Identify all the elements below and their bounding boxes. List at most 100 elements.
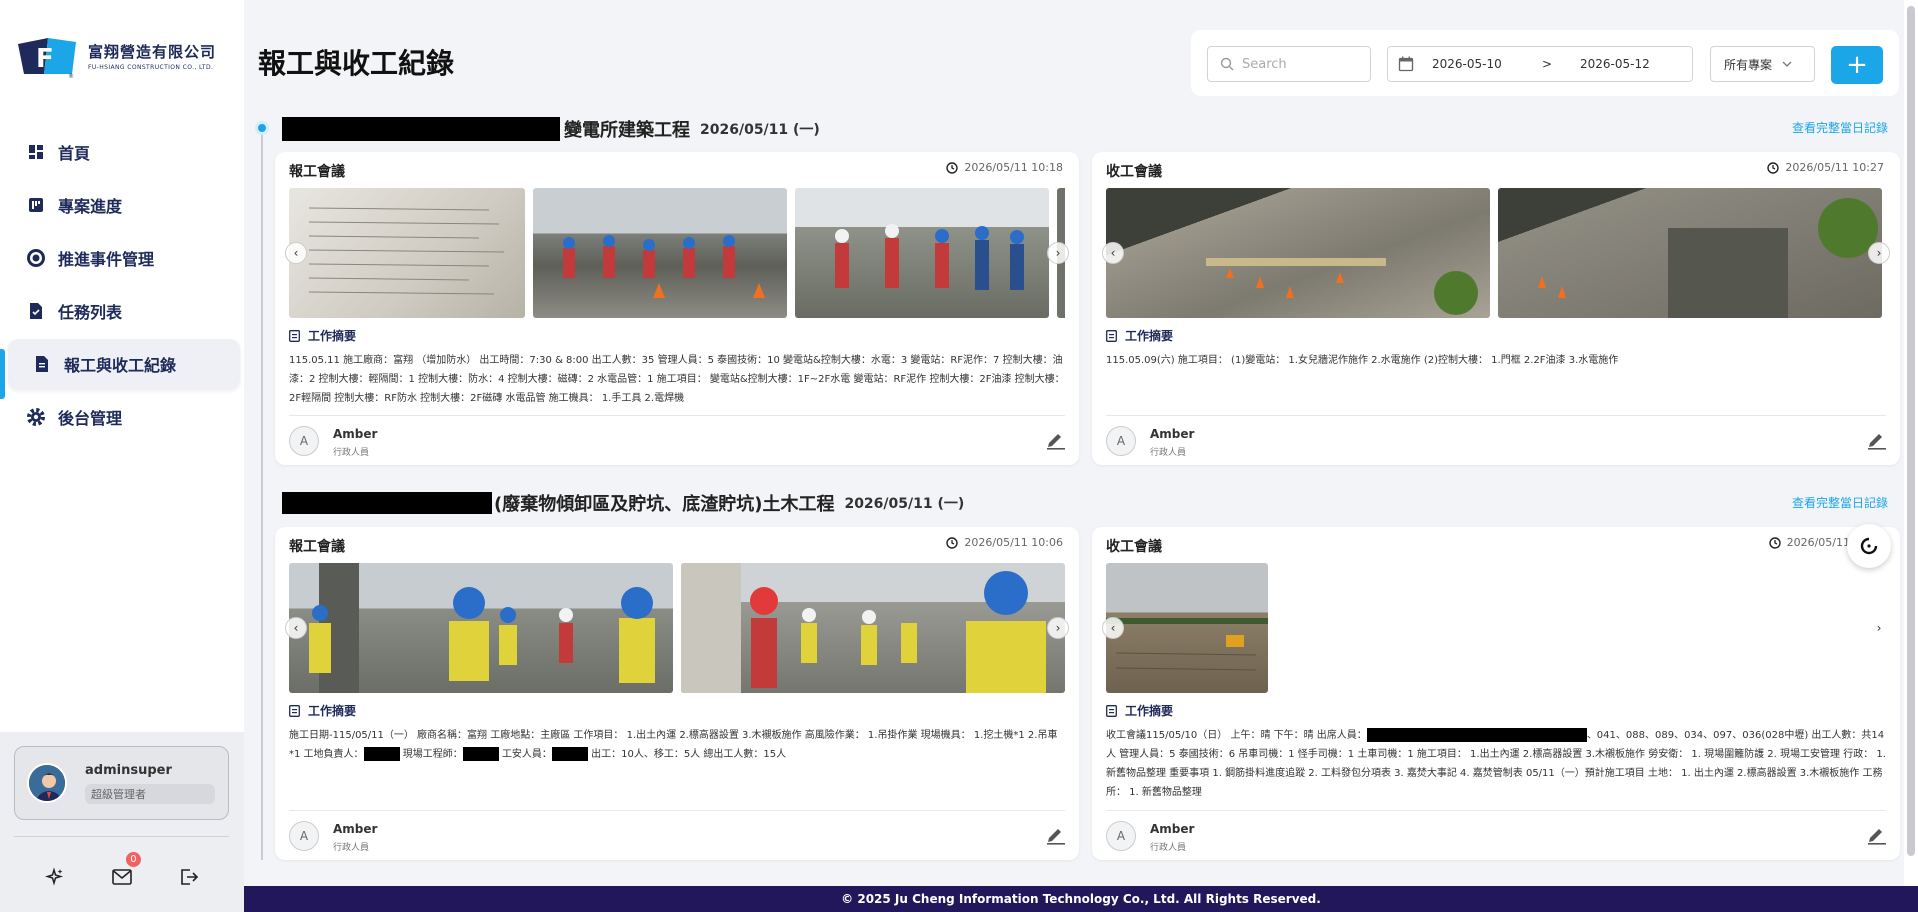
edit-button[interactable]	[1045, 432, 1065, 454]
sidebar-item-label: 後台管理	[58, 409, 123, 428]
clock-icon	[946, 536, 959, 549]
divider	[14, 836, 229, 837]
gallery-next-button[interactable]: ›	[1868, 617, 1890, 639]
document-icon	[32, 354, 52, 374]
ai-sparkle-button[interactable]	[40, 862, 70, 892]
sidebar-item-project-progress[interactable]: 專案進度	[8, 180, 240, 230]
page-footer: © 2025 Ju Cheng Information Technology C…	[244, 886, 1918, 912]
summary-text: 收工會議115/05/10（日） 上午：晴 下午：晴 出席人員：	[1106, 730, 1367, 741]
gallery-next-button[interactable]: ›	[1047, 242, 1069, 264]
photo-site-meeting[interactable]	[795, 188, 1049, 318]
card-time-text: 2026/05/11 10:18	[964, 161, 1063, 174]
company-name-zh: 富翔營造有限公司	[88, 43, 217, 61]
timeline-line	[261, 128, 263, 860]
gallery-next-button[interactable]: ›	[1047, 617, 1069, 639]
gallery-next-button[interactable]: ›	[1868, 242, 1890, 264]
clock-icon	[946, 161, 959, 174]
user-card[interactable]: adminsuper 超級管理者	[14, 746, 229, 820]
photo-safety-briefing[interactable]	[289, 563, 673, 693]
start-meeting-card: 報工會議 2026/05/11 10:06 ‹ › 工作摘要 施工日期-115/…	[275, 527, 1079, 860]
author-name: Amber	[333, 427, 378, 441]
summary-text: 出工：10人、移工：5人 總出工人數：15人	[587, 749, 787, 760]
date-range-picker[interactable]: 2026-05-10 > 2026-05-12	[1387, 46, 1693, 82]
card-time-text: 2026/05/11 10:06	[964, 536, 1063, 549]
timeline-dot	[258, 124, 266, 132]
project-header: 變電所建築工程 2026/05/11 (一)	[282, 116, 820, 142]
avatar	[27, 763, 67, 803]
company-logo[interactable]: F ® 富翔營造有限公司 FU-HSIANG CONSTRUCTION CO.,…	[14, 34, 217, 80]
card-footer: A Amber 行政人員	[289, 415, 1065, 467]
summary-heading: 工作摘要	[1106, 702, 1173, 719]
sparkle-icon	[45, 867, 64, 886]
photo-excavation[interactable]	[1106, 563, 1268, 693]
photo-gallery	[289, 188, 1065, 318]
bottom-actions: 0	[0, 852, 244, 892]
photo-site-aerial[interactable]	[1106, 188, 1490, 318]
scrollbar-thumb[interactable]	[1907, 6, 1915, 856]
kanban-icon	[26, 195, 46, 215]
clock-icon	[1768, 536, 1781, 549]
card-title: 報工會議	[289, 164, 345, 180]
company-name-en: FU-HSIANG CONSTRUCTION CO., LTD.	[88, 64, 214, 71]
work-summary: 收工會議115/05/10（日） 上午：晴 下午：晴 出席人員： 、041、088…	[1106, 726, 1886, 802]
search-input[interactable]: Search	[1207, 46, 1371, 82]
add-record-button[interactable]: +	[1831, 46, 1883, 84]
summary-heading-text: 工作摘要	[308, 704, 357, 718]
logout-icon	[180, 869, 198, 885]
card-footer: A Amber 行政人員	[289, 810, 1065, 862]
date-from[interactable]: 2026-05-10	[1432, 57, 1514, 71]
view-full-day-link[interactable]: 查看完整當日記錄	[1792, 119, 1888, 136]
sidebar-item-task-list[interactable]: 任務列表	[8, 286, 240, 336]
redacted-block	[282, 492, 492, 514]
sidebar-item-event-management[interactable]: 推進事件管理	[8, 233, 240, 283]
author-role: 行政人員	[1150, 843, 1187, 853]
project-filter-select[interactable]: 所有專案	[1710, 46, 1815, 82]
sidebar-item-label: 任務列表	[58, 303, 123, 322]
summary-heading: 工作摘要	[289, 327, 356, 344]
summary-text: 工安人員：	[498, 749, 552, 760]
search-icon	[1220, 57, 1234, 71]
end-meeting-card: 收工會議 2026/05/11 10:27 ‹ › 工作摘要 115.05.09…	[1092, 152, 1900, 465]
photo-document[interactable]	[289, 188, 525, 318]
user-role-badge: 超級管理者	[85, 783, 215, 804]
logout-button[interactable]	[174, 862, 204, 892]
sidebar-item-label: 推進事件管理	[58, 250, 155, 269]
gallery-prev-button[interactable]: ‹	[1102, 242, 1124, 264]
sidebar-item-work-records[interactable]: 報工與收工紀錄	[8, 339, 240, 389]
task-file-icon	[26, 301, 46, 321]
redacted-block	[363, 747, 400, 761]
document-icon	[1106, 329, 1117, 342]
edit-button[interactable]	[1866, 827, 1886, 849]
page-scrollbar[interactable]	[1904, 0, 1918, 886]
photo-workers[interactable]	[533, 188, 787, 318]
pencil-icon	[1047, 829, 1065, 845]
mail-icon	[112, 869, 132, 885]
gallery-prev-button[interactable]: ‹	[1102, 617, 1124, 639]
mail-button[interactable]: 0	[107, 852, 141, 892]
target-icon	[26, 248, 46, 268]
sidebar-item-admin[interactable]: 後台管理	[8, 392, 240, 442]
author-role: 行政人員	[333, 448, 370, 458]
card-title: 收工會議	[1106, 539, 1162, 555]
sidebar-nav: 首頁 專案進度 推進事件管理 任務列表 報工與收工紀錄 後台管理	[0, 124, 244, 445]
author-avatar: A	[1106, 821, 1136, 851]
work-summary: 施工日期-115/05/11（一） 廠商名稱：富翔 工廠地點：主廠區 工作項目：…	[289, 726, 1065, 764]
photo-crew[interactable]	[681, 563, 1065, 693]
view-full-day-link[interactable]: 查看完整當日記錄	[1792, 494, 1888, 511]
chevron-down-icon	[1782, 61, 1792, 67]
svg-text:F: F	[36, 44, 54, 74]
gallery-prev-button[interactable]: ‹	[285, 617, 307, 639]
project-date: 2026/05/11 (一)	[700, 122, 820, 138]
sidebar-item-home[interactable]: 首頁	[8, 127, 240, 177]
edit-button[interactable]	[1045, 827, 1065, 849]
summary-heading-text: 工作摘要	[1125, 704, 1174, 718]
card-title: 報工會議	[289, 539, 345, 555]
date-to[interactable]: 2026-05-12	[1580, 57, 1650, 71]
floating-action-button[interactable]	[1847, 524, 1891, 568]
end-meeting-card: 收工會議 2026/05/11 ‹ › 工作摘要 收工會議115/05/10（日…	[1092, 527, 1900, 860]
edit-button[interactable]	[1866, 432, 1886, 454]
gear-icon	[26, 407, 46, 427]
project-name: 變電所建築工程	[564, 120, 690, 141]
gallery-prev-button[interactable]: ‹	[285, 242, 307, 264]
photo-site-road[interactable]	[1498, 188, 1882, 318]
